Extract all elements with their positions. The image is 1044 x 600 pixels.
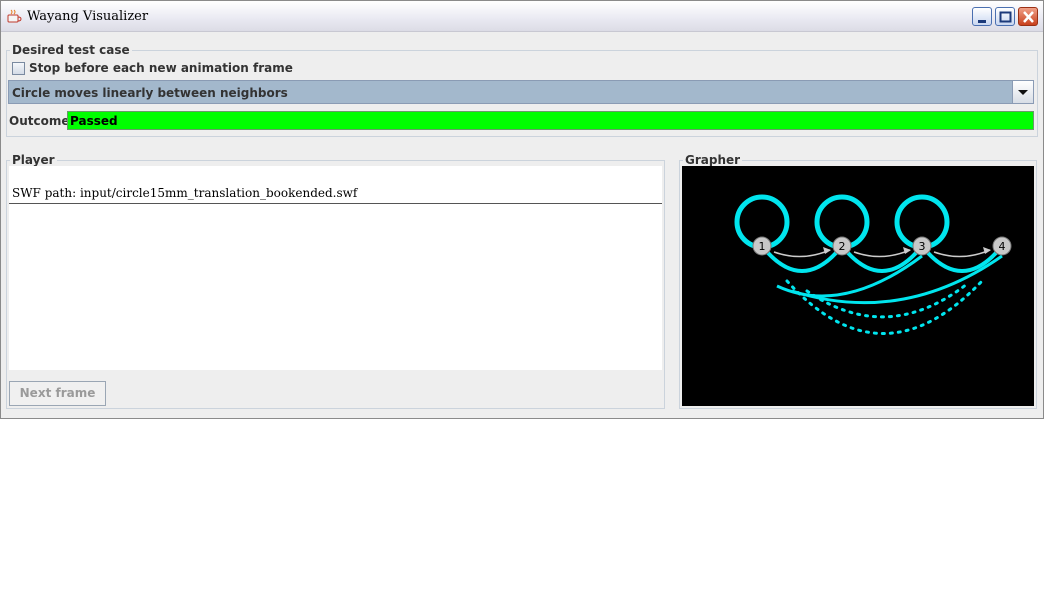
dotted-edges	[785, 279, 984, 335]
maximize-icon	[999, 11, 1012, 23]
next-frame-button[interactable]: Next frame	[9, 381, 106, 406]
dropdown-button[interactable]	[1012, 81, 1033, 103]
minimize-icon	[978, 20, 986, 23]
grapher-legend: Grapher	[685, 153, 741, 167]
graph-node: 1	[752, 236, 772, 256]
swf-path-divider	[9, 203, 662, 204]
maximize-button[interactable]	[995, 7, 1015, 26]
player-legend: Player	[12, 153, 55, 167]
close-button[interactable]	[1018, 7, 1038, 26]
window-title: Wayang Visualizer	[27, 9, 149, 24]
arrow-edge-1-2	[773, 249, 831, 258]
graph-node: 2	[832, 236, 852, 256]
outcome-value: Passed	[70, 114, 118, 128]
title-bar[interactable]: Wayang Visualizer	[1, 1, 1043, 32]
close-icon	[1023, 11, 1034, 23]
graph-svg: 1 2 3 4	[734, 194, 1012, 335]
node-label: 1	[759, 240, 766, 253]
node-label: 4	[999, 240, 1006, 253]
node-label: 3	[919, 240, 926, 253]
graph-node: 3	[912, 236, 932, 256]
java-app-icon	[7, 9, 22, 23]
graph-canvas: 1 2 3 4	[682, 166, 1034, 406]
edge-1-3-long	[776, 254, 923, 298]
outcome-field: Passed	[67, 111, 1034, 130]
test-case-selected: Circle moves linearly between neighbors	[12, 86, 288, 100]
stop-checkbox-label[interactable]: Stop before each new animation frame	[29, 61, 293, 75]
minimize-button[interactable]	[972, 7, 992, 26]
chevron-down-icon	[1018, 90, 1028, 95]
desired-test-case-legend: Desired test case	[12, 43, 130, 57]
swf-path-text: SWF path: input/circle15mm_translation_b…	[12, 186, 358, 200]
test-case-select[interactable]: Circle moves linearly between neighbors	[8, 80, 1034, 104]
graph-nodes: 1 2 3 4	[752, 236, 1012, 256]
outcome-label: Outcome:	[9, 114, 75, 128]
arrow-edge-2-3	[853, 249, 911, 258]
node-label: 2	[839, 240, 846, 253]
arrow-edge-3-4	[933, 249, 991, 258]
arrow-edges	[773, 249, 991, 258]
stop-checkbox[interactable]	[12, 62, 25, 75]
graph-node: 4	[992, 236, 1012, 256]
dotted-edge-1-4	[785, 279, 984, 335]
